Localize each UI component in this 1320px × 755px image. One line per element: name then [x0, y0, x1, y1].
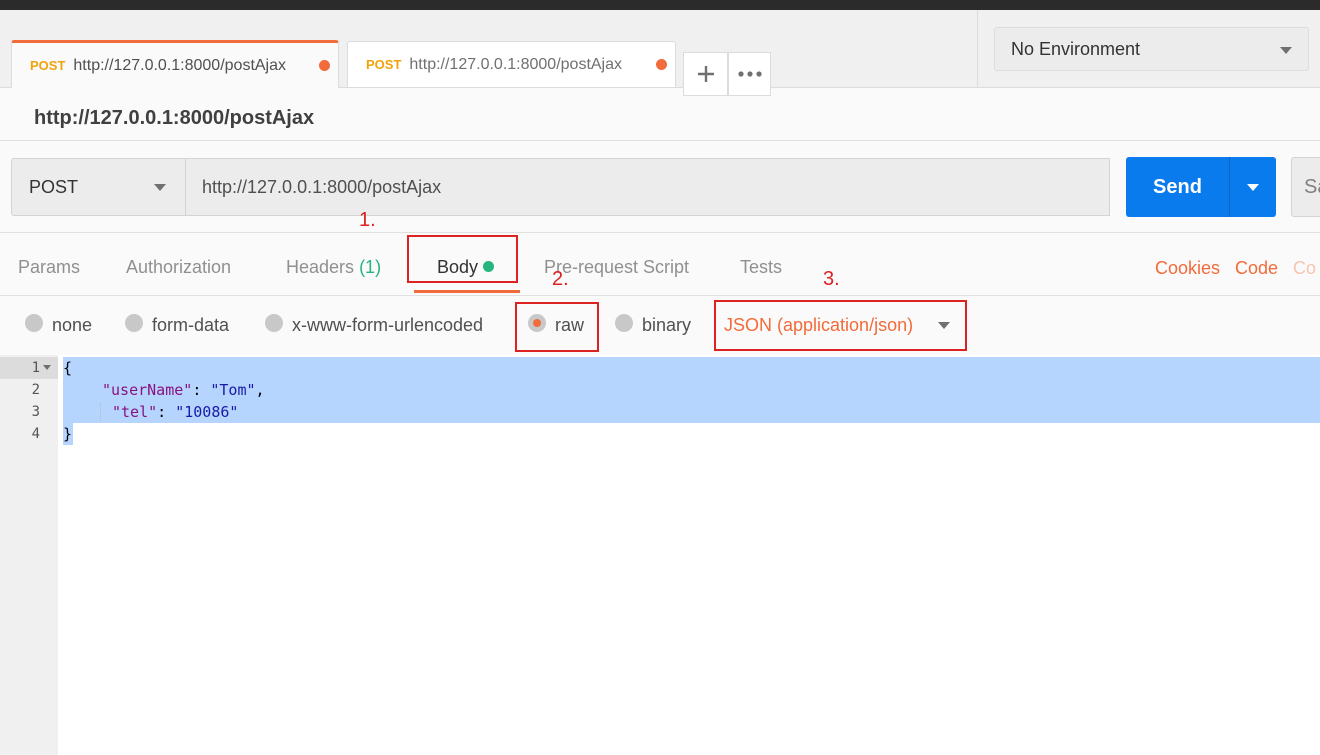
environment-select[interactable]: No Environment	[994, 27, 1309, 71]
json-key: "userName"	[102, 381, 193, 399]
annotation-label-2: 2.	[552, 268, 569, 290]
plus-icon	[697, 66, 714, 82]
request-tab-2[interactable]: POST http://127.0.0.1:8000/postAjax	[347, 41, 676, 87]
more-tabs-button[interactable]	[728, 52, 771, 96]
radio-label: x-www-form-urlencoded	[292, 315, 484, 335]
tab-headers-label: Headers	[286, 257, 355, 277]
json-value: "Tom"	[210, 381, 256, 399]
annotation-box-3	[714, 300, 967, 351]
json-value: "10086"	[175, 403, 239, 421]
indent-guide	[100, 403, 101, 421]
chevron-down-icon	[154, 184, 166, 191]
line-number: 2	[31, 382, 40, 398]
body-type-urlencoded[interactable]: x-www-form-urlencoded	[265, 313, 484, 336]
body-type-form-data[interactable]: form-data	[125, 313, 230, 336]
method-label: POST	[29, 176, 79, 197]
environment-label: No Environment	[1011, 38, 1141, 59]
headers-count: (1)	[359, 257, 382, 277]
method-select[interactable]: POST	[11, 158, 186, 216]
tab-method: POST	[30, 58, 66, 73]
unsaved-dot-icon	[319, 60, 330, 71]
chevron-down-icon	[1247, 184, 1259, 191]
body-type-binary[interactable]: binary	[615, 313, 692, 336]
radio-icon	[265, 313, 283, 332]
selection-highlight	[63, 357, 1320, 379]
request-tab-1[interactable]: POST http://127.0.0.1:8000/postAjax	[11, 40, 339, 88]
cookies-link[interactable]: Cookies	[1155, 258, 1220, 279]
divider	[977, 10, 978, 87]
tab-headers[interactable]: Headers (1)	[286, 257, 381, 278]
radio-icon	[125, 313, 143, 332]
divider	[0, 295, 1320, 296]
more-horizontal-icon	[737, 71, 762, 77]
send-label: Send	[1153, 175, 1202, 198]
divider	[0, 140, 1320, 141]
code-link[interactable]: Code	[1235, 258, 1278, 279]
active-tab-underline	[414, 290, 520, 293]
request-name: http://127.0.0.1:8000/postAjax	[34, 107, 315, 129]
window-top-bar	[0, 0, 1320, 10]
json-comma: ,	[255, 381, 265, 399]
tab-url: http://127.0.0.1:8000/postAjax	[73, 56, 287, 74]
tab-tests[interactable]: Tests	[740, 257, 782, 278]
json-separator: :	[157, 403, 176, 421]
annotation-box-2	[515, 302, 599, 352]
send-options-button[interactable]	[1230, 157, 1276, 217]
tab-url: http://127.0.0.1:8000/postAjax	[409, 55, 623, 73]
save-button[interactable]: Sa	[1291, 157, 1320, 217]
chevron-down-icon	[1280, 47, 1292, 54]
code-line-3: "tel": "10086"	[112, 401, 238, 423]
tab-method: POST	[366, 57, 402, 72]
comments-link[interactable]: Co	[1293, 258, 1316, 279]
radio-label: form-data	[152, 315, 230, 335]
selection-highlight	[63, 401, 1320, 423]
code-line-2: "userName": "Tom",	[102, 379, 265, 401]
radio-icon	[25, 313, 43, 332]
radio-icon	[615, 313, 633, 332]
code-line-1: {	[63, 359, 73, 377]
annotation-label-3: 3.	[823, 268, 840, 290]
url-input[interactable]: http://127.0.0.1:8000/postAjax	[185, 158, 1110, 216]
code-line-4: }	[63, 425, 73, 443]
annotation-label-1: 1.	[359, 209, 376, 231]
save-label: Sa	[1304, 175, 1320, 198]
tab-params[interactable]: Params	[18, 257, 80, 278]
radio-label: none	[52, 315, 93, 335]
json-key: "tel"	[112, 403, 158, 421]
unsaved-dot-icon	[656, 59, 667, 70]
send-button[interactable]: Send	[1126, 157, 1276, 217]
code-editor[interactable]: 1 2 3 4 { "userName": "Tom", "tel": "100…	[0, 355, 1320, 755]
body-type-none[interactable]: none	[25, 313, 93, 336]
radio-label: binary	[642, 315, 692, 335]
url-value: http://127.0.0.1:8000/postAjax	[202, 176, 442, 197]
divider	[0, 232, 1320, 233]
line-number: 3	[31, 404, 40, 420]
fold-arrow-icon[interactable]	[43, 365, 51, 370]
line-number: 4	[31, 426, 40, 442]
tab-authorization[interactable]: Authorization	[126, 257, 231, 278]
json-separator: :	[192, 381, 211, 399]
annotation-box-1	[407, 235, 518, 283]
new-tab-button[interactable]	[683, 52, 728, 96]
